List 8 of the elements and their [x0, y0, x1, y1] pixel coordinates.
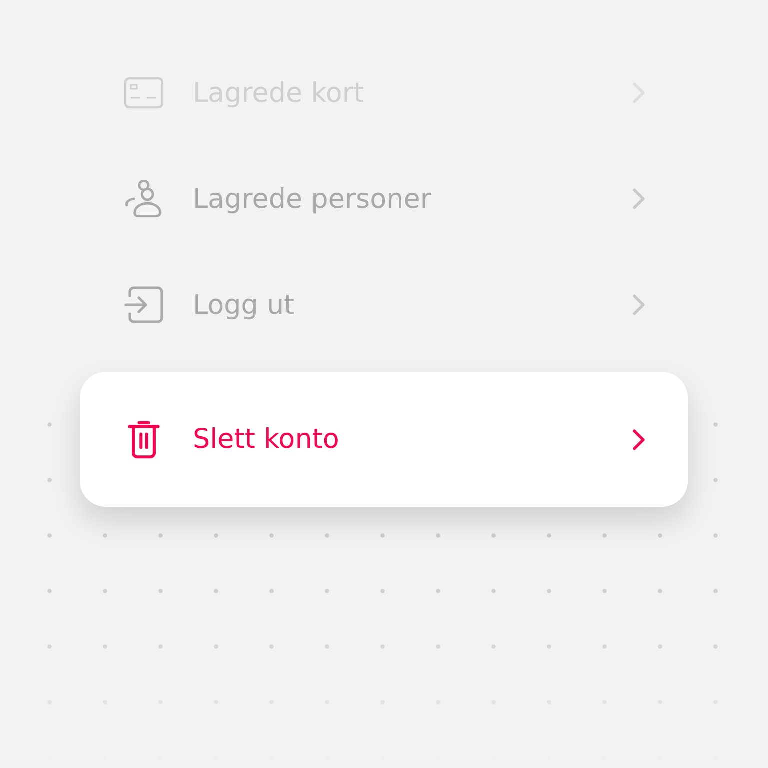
menu-item[interactable]: Slett konto — [80, 372, 688, 507]
chevron-icon — [632, 188, 646, 210]
menu-item[interactable]: Logg ut — [80, 252, 688, 358]
people-icon — [124, 180, 164, 218]
chevron-icon — [632, 294, 646, 316]
chevron-icon — [632, 428, 646, 450]
menu-item[interactable]: Lagrede personer — [80, 146, 688, 252]
login-icon — [124, 286, 164, 324]
